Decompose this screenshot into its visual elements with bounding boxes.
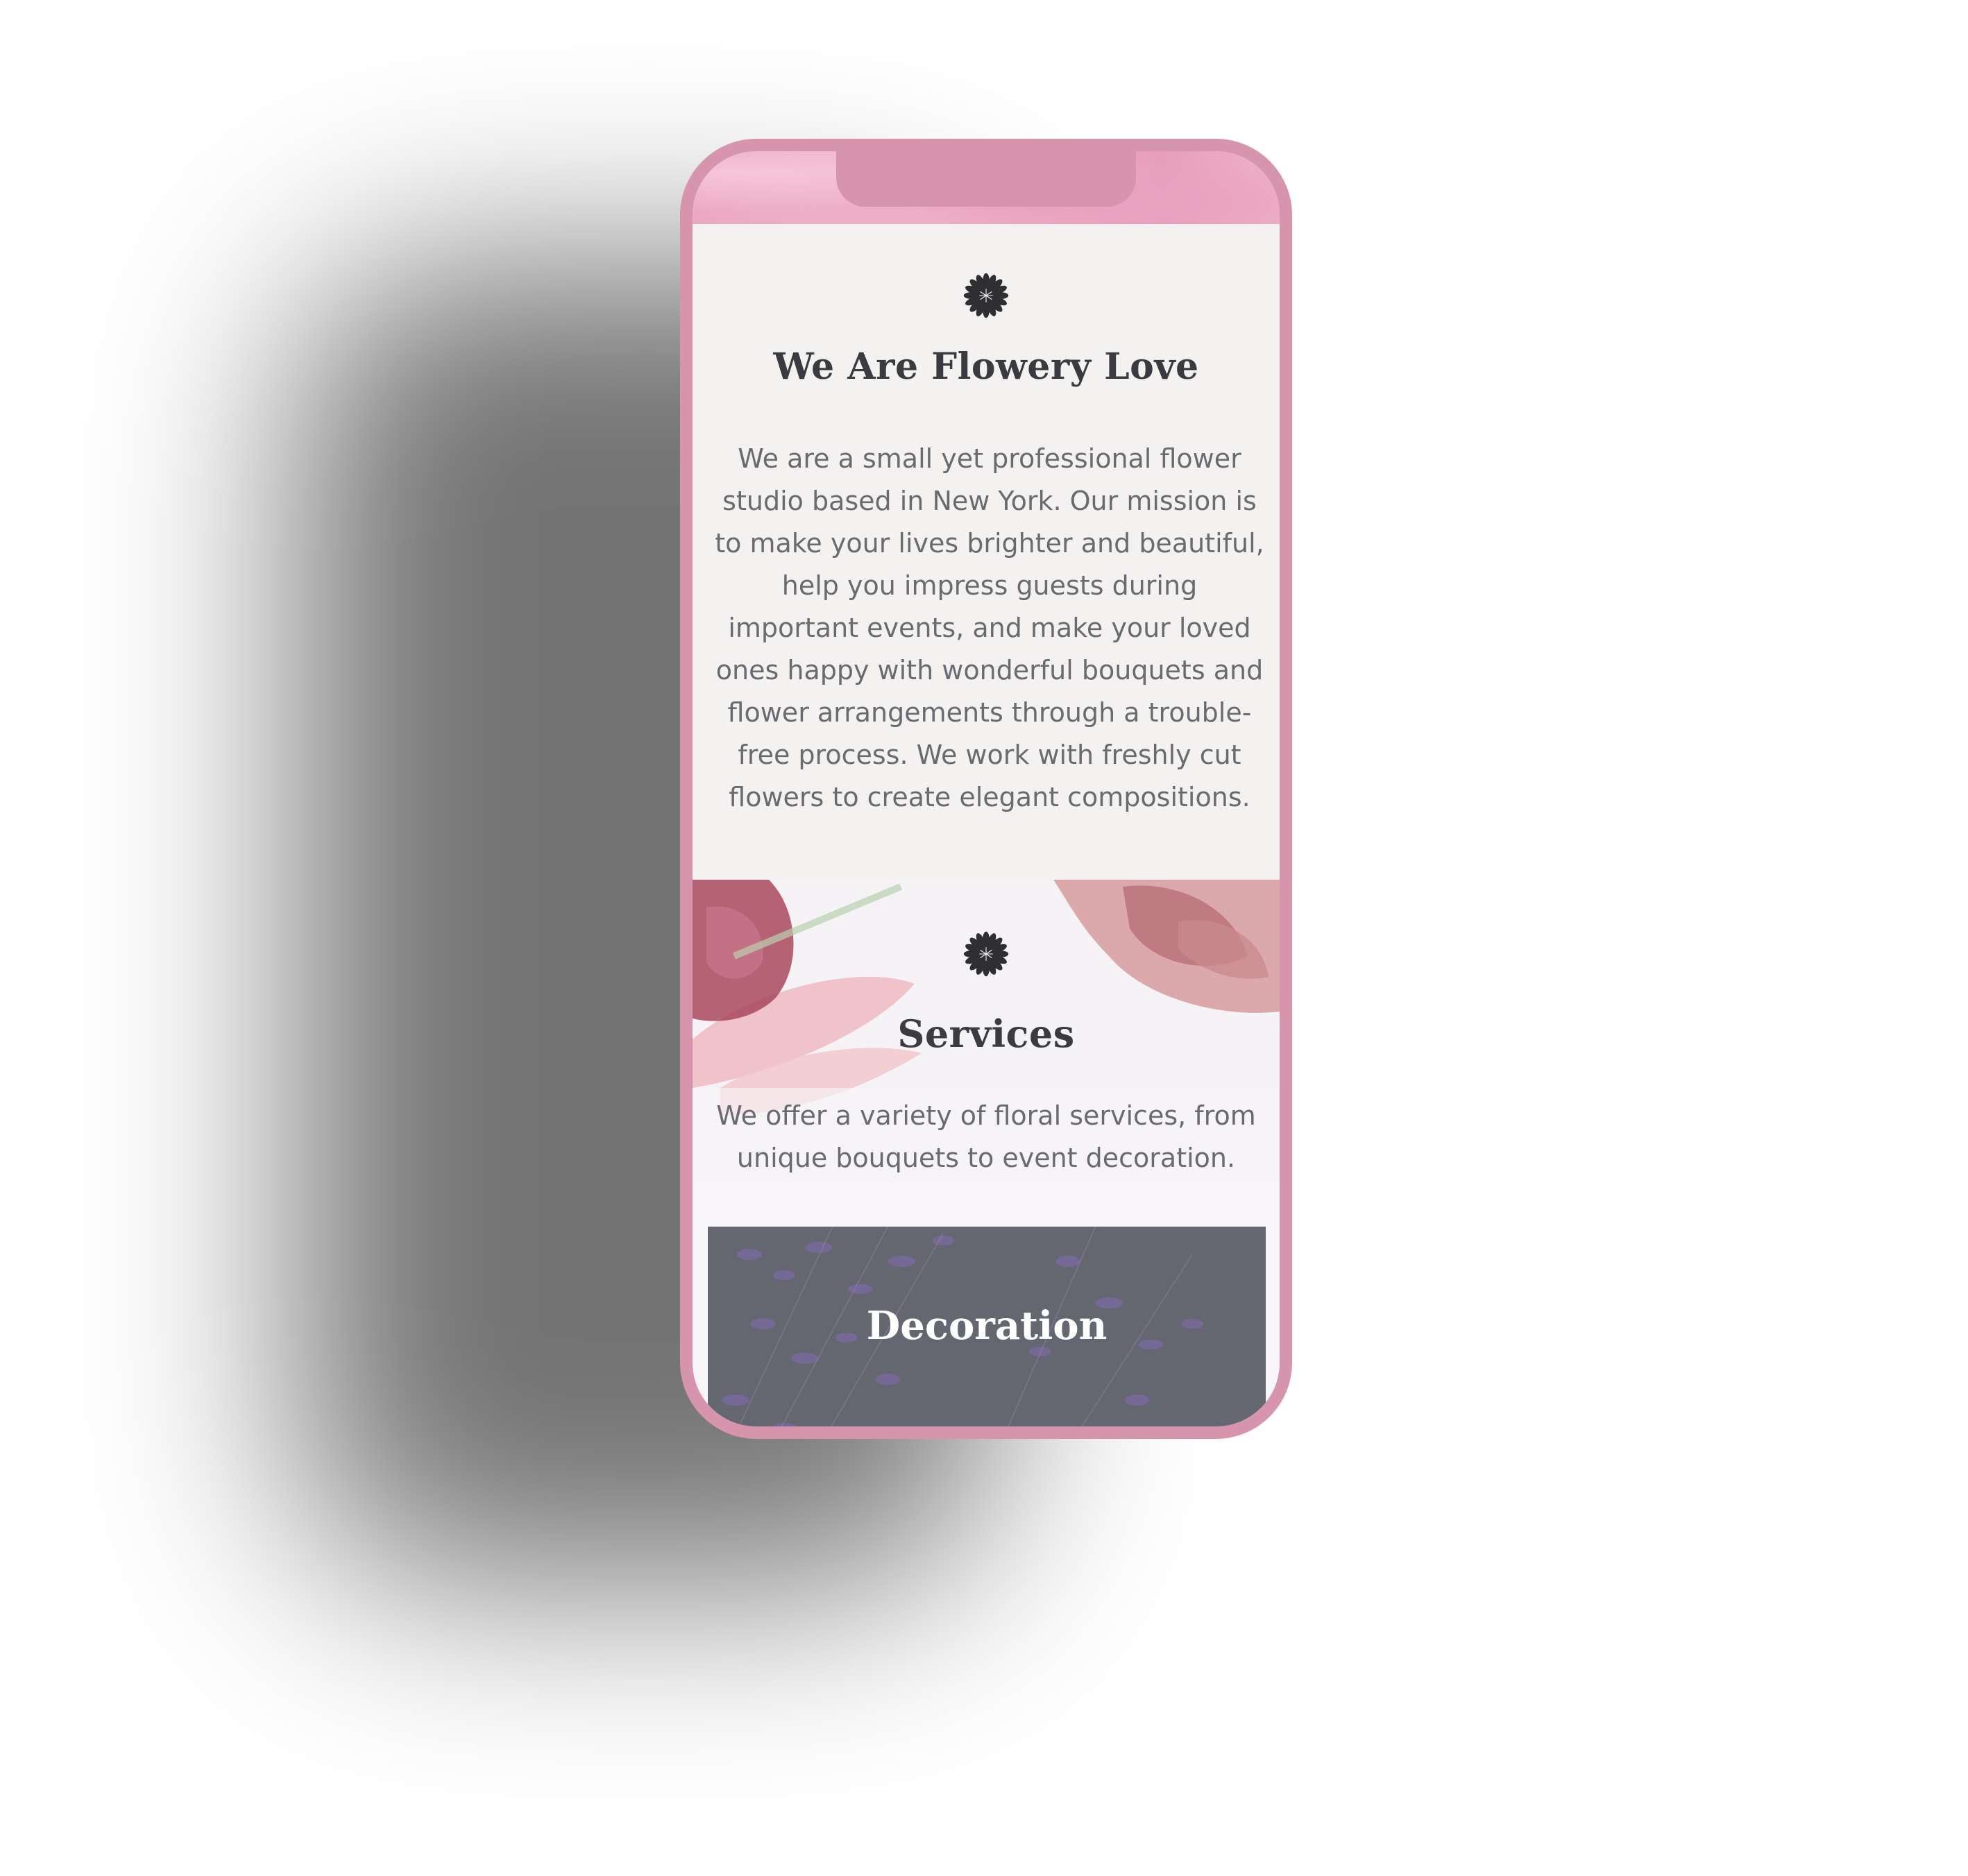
card-title-decoration: Decoration: [866, 1303, 1108, 1349]
services-title: Services: [897, 1012, 1075, 1056]
mockup-stage: We Are Flowery Love We are a small yet p…: [0, 0, 1968, 1876]
about-section: We Are Flowery Love We are a small yet p…: [693, 224, 1280, 880]
phone-screen[interactable]: We Are Flowery Love We are a small yet p…: [693, 151, 1280, 1426]
flower-icon: [963, 931, 1009, 977]
services-description: We offer a variety of floral services, f…: [716, 1100, 1256, 1173]
about-title: We Are Flowery Love: [773, 346, 1199, 388]
services-section: Services We offer a variety of floral se…: [693, 880, 1280, 1426]
phone-frame: We Are Flowery Love We are a small yet p…: [680, 139, 1292, 1439]
about-description: We are a small yet professional flower s…: [715, 443, 1264, 812]
phone-notch: [836, 151, 1136, 207]
flower-icon: [963, 273, 1009, 318]
service-card-decoration[interactable]: Decoration: [708, 1227, 1266, 1426]
